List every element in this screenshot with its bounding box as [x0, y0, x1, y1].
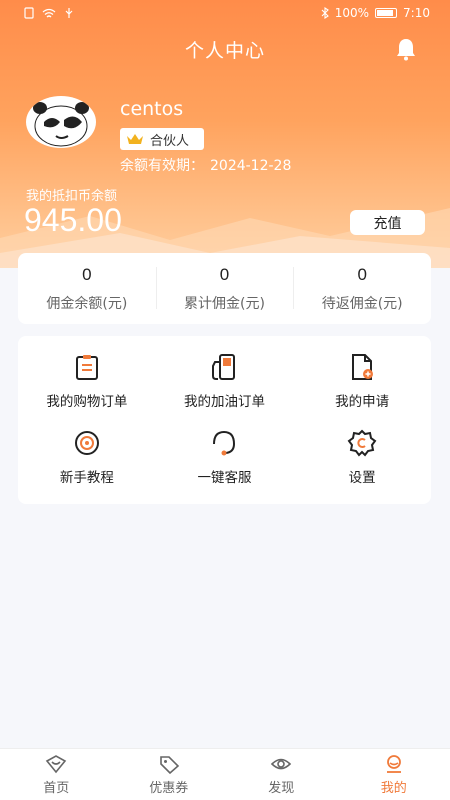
status-bar: 100% 7:10: [0, 0, 450, 26]
document-add-icon: [352, 354, 374, 380]
stat-total-commission[interactable]: 0 累计佣金(元): [155, 253, 294, 324]
stat-commission-balance[interactable]: 0 佣金余额(元): [18, 253, 156, 324]
tab-label: 发现: [268, 780, 295, 796]
tab-label: 首页: [43, 780, 70, 796]
expiry-info: 余额有效期： 2024-12-28: [120, 155, 291, 175]
stat-pending-commission[interactable]: 0 待返佣金(元): [293, 253, 431, 324]
sim-icon: [24, 7, 34, 19]
username: centos: [120, 98, 184, 120]
avatar[interactable]: [26, 96, 96, 148]
battery-percent: 100%: [334, 6, 370, 20]
function-menu-card: 我的购物订单 我的加油订单 我的申请 新手教程 一键客服 设置: [18, 336, 431, 504]
menu-settings[interactable]: 设置: [293, 428, 431, 504]
balance-value: 945.00: [24, 202, 122, 238]
menu-label: 设置: [348, 470, 376, 486]
recharge-button[interactable]: 充值: [350, 210, 425, 235]
stat-label: 佣金余额(元): [46, 295, 128, 312]
tab-mine[interactable]: 我的: [338, 749, 450, 800]
member-badge: 合伙人: [120, 128, 204, 150]
usb-icon: [65, 8, 73, 18]
fuel-pump-icon: [212, 354, 236, 380]
menu-label: 我的加油订单: [183, 394, 265, 410]
home-icon: [46, 754, 67, 773]
menu-customer-service[interactable]: 一键客服: [156, 428, 294, 504]
tab-discover[interactable]: 发现: [225, 749, 338, 800]
target-icon: [74, 431, 99, 455]
menu-label: 一键客服: [197, 470, 252, 486]
tab-home[interactable]: 首页: [0, 749, 113, 800]
stat-label: 累计佣金(元): [184, 295, 265, 312]
headset-icon: [213, 430, 236, 456]
page-title: 个人中心: [184, 40, 265, 62]
tab-label: 我的: [380, 780, 407, 796]
clipboard-icon: [75, 355, 98, 380]
stat-value: 0: [219, 264, 230, 284]
panda-avatar-image: [33, 102, 89, 147]
bottom-tab-bar: 首页 优惠券 发现 我的: [0, 748, 450, 800]
profile-icon: [386, 754, 401, 773]
badge-label: 合伙人: [150, 133, 190, 149]
menu-label: 我的申请: [335, 394, 390, 410]
bell-icon[interactable]: [395, 37, 417, 61]
expiry-date: 2024-12-28: [210, 158, 292, 174]
menu-fuel-orders[interactable]: 我的加油订单: [156, 352, 294, 428]
tab-label: 优惠券: [149, 780, 189, 796]
battery-icon: [375, 8, 398, 18]
gear-icon: [347, 429, 377, 457]
eye-icon: [271, 758, 292, 769]
stat-label: 待返佣金(元): [321, 295, 403, 312]
coupon-tag-icon: [159, 755, 179, 774]
crown-icon: [127, 134, 143, 144]
menu-label: 我的购物订单: [46, 394, 128, 410]
stat-value: 0: [82, 264, 92, 284]
bluetooth-icon: [321, 7, 329, 19]
commission-stats-card: 0 佣金余额(元) 0 累计佣金(元) 0 待返佣金(元): [18, 253, 431, 324]
menu-shopping-orders[interactable]: 我的购物订单: [18, 352, 156, 428]
tab-coupons[interactable]: 优惠券: [113, 749, 226, 800]
menu-tutorial[interactable]: 新手教程: [18, 428, 156, 504]
clock-time: 7:10: [403, 6, 430, 20]
menu-applications[interactable]: 我的申请: [293, 352, 431, 428]
stat-value: 0: [357, 264, 367, 284]
expiry-label: 余额有效期：: [120, 158, 204, 174]
menu-label: 新手教程: [59, 470, 114, 486]
wifi-icon: [42, 8, 56, 17]
